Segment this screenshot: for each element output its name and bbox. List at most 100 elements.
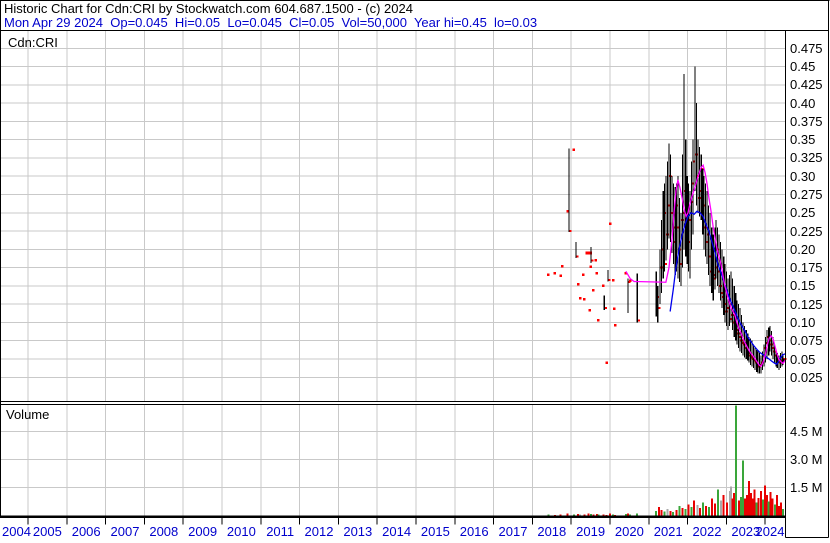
volume-bar [753, 489, 756, 516]
volume-bar [681, 508, 684, 516]
hilo-bar [682, 154, 684, 268]
trade-dot [547, 273, 550, 277]
trade-dot [608, 222, 612, 225]
volume-bar [705, 506, 708, 516]
hilo-bar [724, 263, 726, 323]
volume-bar [636, 513, 639, 516]
price-axis-tick-label: 0.40 [790, 95, 816, 111]
year-axis-label: 2011 [266, 524, 295, 539]
price-axis-tick-label: 0.05 [790, 351, 816, 367]
hilo-bar [708, 205, 710, 275]
volume-bar [711, 498, 714, 516]
year-axis-label: 2013 [343, 524, 373, 539]
price-axis-tick-label: 0.10 [790, 314, 816, 330]
volume-bar [687, 504, 690, 516]
volume-bar [707, 507, 710, 516]
year-axis-label: 2008 [149, 524, 179, 539]
volume-bar [725, 502, 728, 516]
volume-bar [553, 514, 556, 516]
price-axis-tick-label: 0.35 [790, 132, 816, 148]
volume-bar [719, 500, 722, 516]
hilo-bar [709, 212, 711, 286]
close-tick [628, 281, 631, 284]
price-axis-tick-label: 0.25 [790, 205, 816, 221]
trade-dot [602, 284, 605, 288]
volume-bar [626, 513, 629, 516]
volume-bar [771, 498, 774, 516]
hilo-bar [703, 176, 705, 250]
hilo-bar [727, 278, 729, 330]
volume-bar [629, 514, 632, 516]
hilo-bar [575, 242, 577, 259]
close-tick [569, 230, 572, 233]
hilo-bar [687, 183, 689, 272]
hilo-bar [636, 273, 638, 323]
volume-bar [759, 491, 762, 516]
volume-bar [678, 506, 681, 516]
trade-dot [572, 148, 576, 152]
year-axis-label: 2006 [71, 524, 101, 539]
year-axis-label: 2020 [614, 524, 644, 539]
volume-bar [749, 493, 752, 516]
close-tick [637, 319, 640, 322]
volume-bar [696, 505, 699, 516]
hilo-bar [680, 212, 682, 286]
chart-canvas [0, 0, 830, 538]
volume-bar [733, 493, 736, 516]
volume-bar [572, 514, 575, 516]
volume-bar [761, 499, 764, 516]
hilo-bar [694, 66, 696, 191]
volume-bar [583, 514, 586, 516]
close-tick [664, 262, 667, 265]
hilo-bar [715, 220, 717, 279]
trade-dot [553, 272, 557, 275]
trade-dot [611, 278, 615, 282]
volume-bar [775, 494, 778, 516]
year-axis-label: 2016 [459, 524, 489, 539]
volume-bar [669, 510, 672, 516]
trade-dot [578, 297, 582, 300]
hilo-bar [662, 190, 664, 279]
hilo-bar [668, 143, 670, 239]
volume-bar [660, 509, 663, 516]
volume-bar [693, 500, 696, 516]
year-axis-label: 2012 [304, 524, 334, 539]
volume-bar [765, 494, 768, 516]
price-axis-tick-label: 0.20 [790, 241, 816, 257]
trade-dot [576, 283, 580, 286]
volume-bar [672, 512, 675, 516]
trade-dot [559, 274, 562, 277]
price-axis-tick-label: 0.475 [790, 40, 823, 56]
trade-dot [597, 319, 600, 322]
volume-bar [742, 460, 745, 516]
volume-bar [614, 514, 617, 516]
volume-bar [605, 514, 608, 516]
volume-bar [739, 496, 742, 516]
hilo-bar [718, 234, 720, 294]
hilo-bar [725, 271, 727, 327]
year-axis-label: 2024 [755, 524, 785, 539]
year-axis-label: 2014 [382, 524, 412, 539]
hilo-bar [723, 256, 725, 316]
hilo-bar [655, 271, 657, 317]
volume-bar [547, 514, 550, 516]
year-axis-label: 2010 [226, 524, 256, 539]
hilo-bar [692, 139, 694, 235]
volume-bar [751, 498, 754, 516]
volume-bar [767, 501, 770, 516]
hilo-bar [696, 103, 698, 206]
hilo-bar [700, 154, 702, 221]
volume-bar [690, 507, 693, 516]
hilo-bar [607, 269, 609, 282]
volume-bar [778, 506, 781, 516]
volume-bar [579, 514, 582, 516]
volume-bar [577, 514, 580, 516]
hilo-bar [657, 285, 659, 323]
hilo-bar [670, 154, 672, 243]
close-tick [591, 259, 594, 262]
hilo-bar [685, 139, 687, 257]
trade-dot [581, 273, 585, 277]
volume-bar [612, 514, 615, 516]
volume-bar [624, 514, 627, 516]
volume-bar [780, 502, 783, 516]
